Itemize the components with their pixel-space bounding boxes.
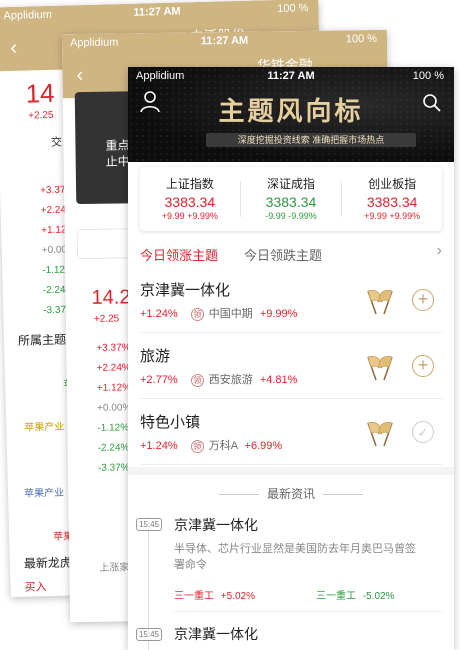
news-stock[interactable]: 三一重工 +5.02% — [174, 587, 255, 602]
add-button[interactable]: + — [412, 355, 434, 377]
scale-value: -1.12 — [42, 264, 66, 277]
news-stock-name: 三一重工 — [174, 591, 214, 602]
scale-value: +1.12 — [41, 224, 67, 237]
section-separator — [128, 467, 454, 475]
scale-value: +0.00 — [41, 244, 68, 257]
chevron-right-icon[interactable]: › — [437, 242, 442, 260]
theme-label[interactable]: 苹果产业 — [24, 418, 64, 434]
theme-name: 京津冀一体化 — [140, 282, 231, 299]
leader-stock: 中国中期 — [208, 308, 253, 320]
added-check-button[interactable]: ✓ — [412, 421, 434, 443]
leader-badge: 领 — [190, 374, 204, 387]
scale-value: +3.37 — [40, 184, 66, 197]
index-value: 3383.34 — [265, 194, 317, 210]
flags-icon — [367, 290, 393, 315]
theme-row[interactable]: 特色小镇 +1.24% 领 万科A +6.99% ✓ — [140, 401, 442, 465]
theme-indicator-screen: Applidium 11:27 AM 100 % 主题风向标 深度挖掘投资线索 … — [128, 67, 454, 650]
stock-price: 14.2 — [91, 286, 131, 309]
section-title: 所属主题 — [17, 332, 67, 348]
stock-price: 14 — [25, 77, 55, 109]
leader-badge: 领 — [190, 440, 204, 453]
index-item[interactable]: 深证成指 3383.34 -9.99 -9.99% — [241, 175, 341, 221]
flags-icon — [367, 356, 393, 381]
back-arrow-icon[interactable]: ‹ — [76, 64, 83, 87]
news-divider — [174, 611, 442, 612]
news-stock-name: 三一重工 — [316, 591, 356, 602]
theme-name: 旅游 — [140, 348, 171, 365]
theme-change: +1.24% — [140, 308, 178, 320]
clock: 11:27 AM — [200, 34, 249, 48]
dragon-tiger-title: 最新龙虎 — [23, 555, 73, 571]
leader-stock: 万科A — [208, 440, 238, 452]
leader-stock: 西安旅游 — [208, 374, 253, 386]
percent-scale: +3.37% +2.24% +1.12% +0.00% -1.12% -2.24… — [96, 338, 132, 478]
index-name: 创业板指 — [368, 177, 417, 191]
page-title: 主题风向标 — [218, 96, 364, 126]
scale-value: +3.37% — [96, 342, 131, 354]
index-name: 深证成指 — [266, 177, 315, 191]
tab-rising-themes[interactable]: 今日领涨主题 — [140, 245, 218, 264]
index-item[interactable]: 创业板指 3383.34 +9.99 +9.99% — [342, 175, 442, 221]
news-time-badge: 15:45 — [136, 518, 162, 531]
theme-row[interactable]: 旅游 +2.77% 领 西安旅游 +4.81% + — [140, 335, 442, 399]
news-stock-change: +5.02% — [220, 591, 255, 602]
index-item[interactable]: 上证指数 3383.34 +9.99 +9.99% — [140, 175, 240, 221]
theme-meta: +1.24% 领 中国中期 +9.99% — [140, 305, 297, 321]
clock: 11:27 AM — [267, 70, 315, 82]
leader-badge: 领 — [190, 308, 204, 321]
stock-change: +2.25 — [93, 313, 120, 325]
index-change: +9.99 +9.99% — [364, 211, 421, 221]
back-arrow-icon[interactable]: ‹ — [10, 37, 17, 60]
scale-value: +0.00% — [97, 402, 132, 414]
leader-change: +6.99% — [244, 440, 283, 452]
scale-value: +1.12% — [96, 382, 132, 394]
battery-label: 100 % — [412, 70, 444, 82]
index-change: -9.99 -9.99% — [265, 211, 317, 221]
news-stock-change: -5.02% — [362, 591, 395, 602]
market-index-card: 上证指数 3383.34 +9.99 +9.99% 深证成指 3383.34 -… — [140, 167, 442, 231]
buy-label: 买入 — [24, 581, 47, 594]
scale-value: +2.24 — [40, 204, 67, 217]
scale-value: -1.12% — [97, 422, 130, 434]
news-title[interactable]: 京津冀一体化 — [174, 515, 258, 535]
add-button[interactable]: + — [412, 289, 434, 311]
theme-row[interactable]: 京津冀一体化 +1.24% 领 中国中期 +9.99% + — [140, 269, 442, 333]
theme-change: +1.24% — [140, 440, 178, 452]
theme-label[interactable]: 苹果产业 — [24, 484, 64, 500]
status-bar: Applidium 11:27 AM 100 % — [128, 67, 454, 85]
news-title[interactable]: 京津冀一体化 — [174, 624, 258, 644]
flags-icon — [367, 422, 393, 447]
battery-label: 100 % — [277, 2, 309, 15]
scale-value: +2.24% — [96, 362, 131, 374]
tab-falling-themes[interactable]: 今日领跌主题 — [244, 245, 322, 264]
scale-value: -2.24% — [97, 442, 130, 454]
stock-change: +2.25 — [28, 109, 54, 122]
trade-label: 交 — [50, 136, 63, 149]
battery-label: 100 % — [345, 32, 378, 46]
leader-change: +4.81% — [259, 374, 298, 386]
search-icon[interactable] — [422, 93, 442, 113]
index-value: 3383.34 — [164, 194, 216, 210]
theme-meta: +1.24% 领 万科A +6.99% — [140, 437, 282, 453]
leader-change: +9.99% — [259, 308, 298, 320]
news-time-badge: 15:45 — [136, 628, 162, 641]
theme-tabs: 今日领涨主题 今日领跌主题 › — [140, 242, 442, 269]
theme-meta: +2.77% 领 西安旅游 +4.81% — [140, 371, 297, 387]
news-body[interactable]: 半导体、芯片行业显然是美国防去年月奥巴马曾签署命令 — [174, 541, 426, 573]
news-stock[interactable]: 三一重工 -5.02% — [316, 587, 394, 602]
theme-name: 特色小镇 — [140, 414, 201, 431]
hero-subtitle: 深度挖掘投资线索 准确把握市场热点 — [206, 133, 416, 147]
index-change: +9.99 +9.99% — [161, 211, 218, 221]
index-name: 上证指数 — [165, 177, 214, 191]
index-value: 3383.34 — [366, 194, 418, 210]
news-section-title: 最新资讯 — [128, 485, 454, 502]
theme-change: +2.77% — [140, 374, 178, 386]
